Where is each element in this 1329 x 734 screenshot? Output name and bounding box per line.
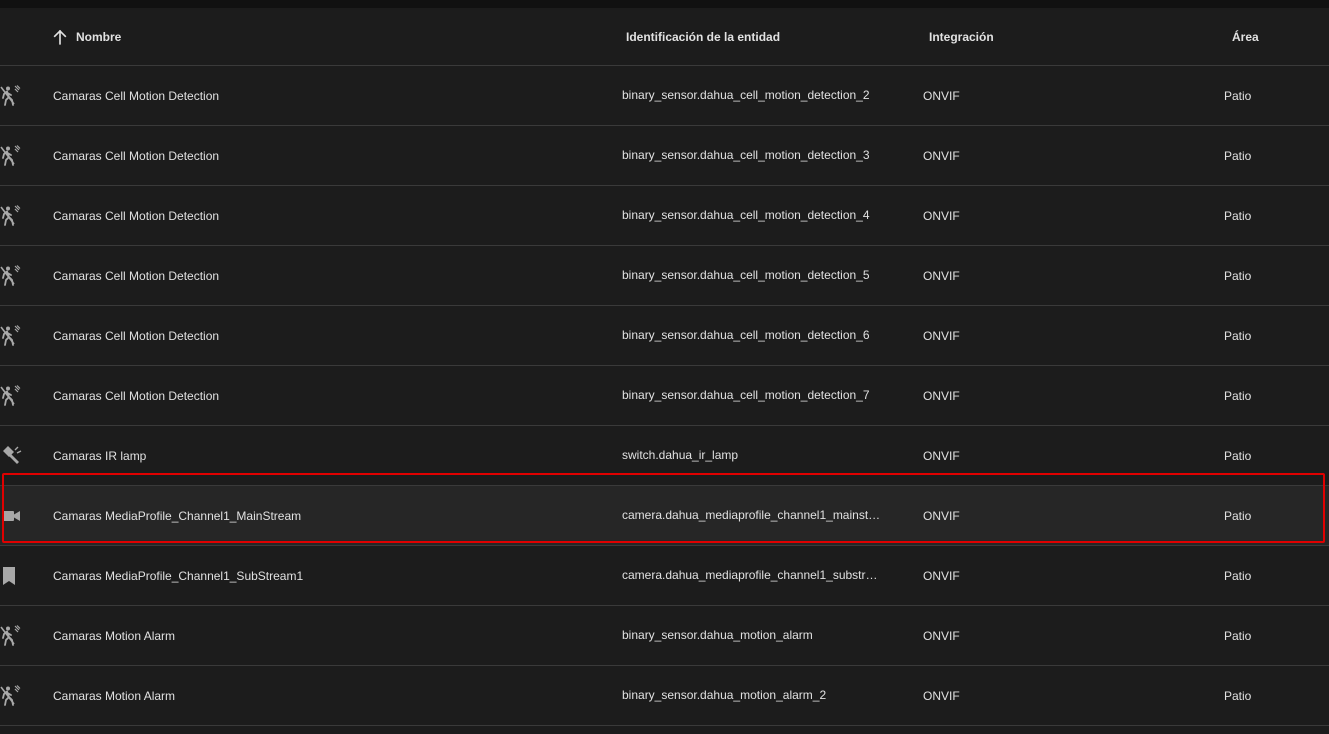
integration-cell: ONVIF [923, 88, 960, 103]
integration-cell: ONVIF [923, 148, 960, 163]
entity-name-cell: Camaras Cell Motion Detection [53, 388, 220, 403]
integration-cell: ONVIF [923, 568, 960, 583]
flashlight-icon [0, 444, 22, 466]
table-row[interactable]: Camaras Cell Motion Detection binary_sens… [0, 306, 1329, 366]
entity-id-cell: binary_sensor.dahua_cell_motion_detectio… [622, 88, 870, 102]
integration-cell: ONVIF [923, 448, 960, 463]
motion-sensor-off-icon [0, 144, 22, 166]
integration-cell: ONVIF [923, 328, 960, 343]
area-cell: Patio [1224, 88, 1252, 103]
entity-id-cell: binary_sensor.dahua_motion_alarm_2 [622, 688, 827, 702]
entity-id-cell: binary_sensor.dahua_cell_motion_detectio… [622, 268, 870, 282]
entity-id-cell: switch.dahua_ir_lamp [622, 448, 739, 462]
integration-cell: ONVIF [923, 508, 960, 523]
area-cell: Patio [1224, 568, 1252, 583]
area-cell: Patio [1224, 268, 1252, 283]
table-row[interactable]: Camaras Cell Motion Detection binary_sens… [0, 186, 1329, 246]
entity-name-cell: Camaras Cell Motion Detection [53, 328, 220, 343]
motion-sensor-off-icon [0, 684, 22, 706]
column-header-name[interactable]: Nombre [51, 8, 121, 65]
area-cell: Patio [1224, 328, 1252, 343]
integration-cell: ONVIF [923, 208, 960, 223]
area-cell: Patio [1224, 388, 1252, 403]
video-camera-icon [0, 504, 22, 526]
integration-cell: ONVIF [923, 268, 960, 283]
area-cell: Patio [1224, 448, 1252, 463]
integration-cell: ONVIF [923, 628, 960, 643]
entity-name-cell: Camaras MediaProfile_Channel1_MainStream [53, 508, 302, 523]
table-row[interactable]: Camaras MediaProfile_Channel1_MainStream… [0, 486, 1329, 546]
bookmark-icon [0, 564, 22, 586]
table-row[interactable]: Camaras Motion Alarm binary_sensor.dahua_… [0, 606, 1329, 666]
table-header: Nombre Identificación de la entidad Inte… [0, 8, 1329, 66]
column-header-entity-id[interactable]: Identificación de la entidad [626, 8, 780, 65]
sort-ascending-icon[interactable] [51, 28, 69, 46]
motion-sensor-off-icon [0, 204, 22, 226]
entity-name-cell: Camaras IR lamp [53, 448, 147, 463]
column-header-integration[interactable]: Integración [929, 8, 994, 65]
area-cell: Patio [1224, 148, 1252, 163]
column-header-entity-id-label: Identificación de la entidad [626, 29, 781, 44]
entity-name-cell: Camaras Cell Motion Detection [53, 148, 220, 163]
table-row[interactable]: Camaras MediaProfile_Channel1_SubStream1… [0, 546, 1329, 606]
entity-id-cell: camera.dahua_mediaprofile_channel1_mains… [622, 508, 881, 522]
motion-sensor-off-icon [0, 84, 22, 106]
entity-name-cell: Camaras MediaProfile_Channel1_SubStream1 [53, 568, 304, 583]
motion-sensor-off-icon [0, 324, 22, 346]
integration-cell: ONVIF [923, 388, 960, 403]
motion-sensor-off-icon [0, 384, 22, 406]
area-cell: Patio [1224, 628, 1252, 643]
entity-id-cell: binary_sensor.dahua_motion_alarm [622, 628, 813, 642]
table-row[interactable]: Camaras Motion Alarm binary_sensor.dahua_… [0, 666, 1329, 726]
entity-name-cell: Camaras Motion Alarm [53, 688, 176, 703]
column-header-integration-label: Integración [929, 29, 994, 44]
entity-name-cell: Camaras Cell Motion Detection [53, 268, 220, 283]
table-row[interactable]: Camaras Cell Motion Detection binary_sens… [0, 66, 1329, 126]
column-header-area-label: Área [1232, 29, 1259, 44]
integration-cell: ONVIF [923, 688, 960, 703]
motion-sensor-off-icon [0, 624, 22, 646]
entity-name-cell: Camaras Cell Motion Detection [53, 208, 220, 223]
entities-table: Nombre Identificación de la entidad Inte… [0, 8, 1329, 734]
entity-id-cell: camera.dahua_mediaprofile_channel1_subst… [622, 568, 878, 582]
area-cell: Patio [1224, 508, 1252, 523]
entity-id-cell: binary_sensor.dahua_cell_motion_detectio… [622, 388, 870, 402]
column-header-area[interactable]: Área [1232, 8, 1259, 65]
motion-sensor-off-icon [0, 264, 22, 286]
top-strip [0, 0, 1329, 8]
entity-name-cell: Camaras Motion Alarm [53, 628, 176, 643]
area-cell: Patio [1224, 688, 1252, 703]
table-row[interactable]: Camaras Cell Motion Detection binary_sens… [0, 246, 1329, 306]
table-row[interactable]: Camaras IR lamp switch.dahua_ir_lamp ONVIF… [0, 426, 1329, 486]
entity-id-cell: binary_sensor.dahua_cell_motion_detectio… [622, 328, 870, 342]
table-row[interactable]: Camaras Cell Motion Detection binary_sens… [0, 366, 1329, 426]
table-row[interactable]: Camaras Cell Motion Detection binary_sens… [0, 126, 1329, 186]
entity-id-cell: binary_sensor.dahua_cell_motion_detectio… [622, 148, 870, 162]
column-header-name-label: Nombre [76, 29, 122, 44]
entity-id-cell: binary_sensor.dahua_cell_motion_detectio… [622, 208, 870, 222]
entity-name-cell: Camaras Cell Motion Detection [53, 88, 220, 103]
area-cell: Patio [1224, 208, 1252, 223]
